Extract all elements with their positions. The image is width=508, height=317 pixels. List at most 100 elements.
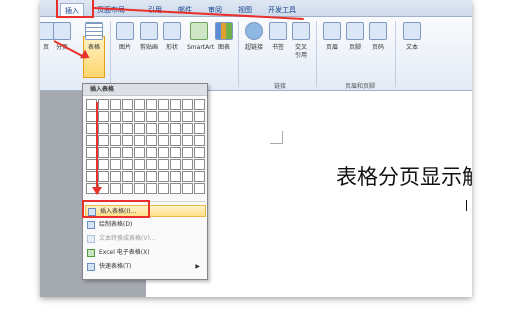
grid-cell[interactable]	[170, 171, 181, 182]
ribbon-button-footer[interactable]: 页脚	[343, 22, 367, 52]
grid-cell[interactable]	[134, 111, 145, 122]
menu-item-draw-table[interactable]: 绘制表格(D)	[85, 219, 206, 231]
grid-cell[interactable]	[122, 99, 133, 110]
tab-developer[interactable]: 开发工具	[264, 3, 300, 17]
grid-cell[interactable]	[158, 183, 169, 194]
grid-cell[interactable]	[194, 183, 205, 194]
grid-cell[interactable]	[134, 147, 145, 158]
grid-cell[interactable]	[122, 183, 133, 194]
submenu-arrow-icon: ▶	[195, 263, 200, 270]
ribbon-button-shapes[interactable]: 形状	[160, 22, 184, 52]
grid-cell[interactable]	[182, 159, 193, 170]
grid-cell[interactable]	[158, 99, 169, 110]
ribbon-button-label: 剪贴画	[139, 44, 158, 51]
grid-cell[interactable]	[122, 111, 133, 122]
grid-cell[interactable]	[122, 123, 133, 134]
grid-cell[interactable]	[158, 123, 169, 134]
grid-cell[interactable]	[98, 135, 109, 146]
grid-cell[interactable]	[194, 123, 205, 134]
ribbon-button-bookmark[interactable]: 书签	[266, 22, 290, 52]
grid-cell[interactable]	[182, 99, 193, 110]
menu-item-label: 绘制表格(D)	[99, 221, 133, 228]
grid-cell[interactable]	[146, 123, 157, 134]
grid-cell[interactable]	[158, 111, 169, 122]
grid-cell[interactable]	[122, 135, 133, 146]
grid-cell[interactable]	[122, 147, 133, 158]
grid-cell[interactable]	[134, 123, 145, 134]
grid-cell[interactable]	[146, 159, 157, 170]
page-break-icon	[53, 22, 71, 40]
picture-icon	[116, 22, 134, 40]
ribbon-button-cross-reference[interactable]: 交叉 引用	[289, 22, 313, 60]
group-label-links: 链接	[273, 83, 286, 90]
grid-cell[interactable]	[170, 159, 181, 170]
grid-cell[interactable]	[158, 135, 169, 146]
footer-icon	[346, 22, 364, 40]
grid-cell[interactable]	[134, 159, 145, 170]
grid-cell[interactable]	[146, 147, 157, 158]
grid-cell[interactable]	[158, 171, 169, 182]
grid-cell[interactable]	[182, 147, 193, 158]
ribbon-separator	[395, 21, 396, 87]
grid-cell[interactable]	[134, 99, 145, 110]
grid-cell[interactable]	[194, 111, 205, 122]
grid-cell[interactable]	[146, 99, 157, 110]
convert-text-icon	[87, 235, 95, 243]
grid-cell[interactable]	[98, 111, 109, 122]
textbox-icon	[403, 22, 421, 40]
grid-cell[interactable]	[110, 171, 121, 182]
grid-cell[interactable]	[182, 171, 193, 182]
grid-cell[interactable]	[170, 111, 181, 122]
ribbon-button-picture[interactable]: 图片	[113, 22, 137, 52]
menu-item-excel-spreadsheet[interactable]: Excel 电子表格(X)	[85, 247, 206, 259]
ribbon-button-header[interactable]: 页眉	[320, 22, 344, 52]
grid-cell[interactable]	[194, 135, 205, 146]
grid-cell[interactable]	[98, 147, 109, 158]
ribbon-button-page-break[interactable]: 分页	[50, 22, 74, 52]
grid-cell[interactable]	[110, 123, 121, 134]
grid-cell[interactable]	[110, 99, 121, 110]
grid-cell[interactable]	[134, 135, 145, 146]
grid-cell[interactable]	[170, 183, 181, 194]
ribbon-button-textbox[interactable]: 文本	[400, 22, 424, 52]
ribbon-button-smartart[interactable]: SmartArt	[187, 22, 214, 52]
grid-cell[interactable]	[182, 123, 193, 134]
grid-cell[interactable]	[122, 171, 133, 182]
grid-cell[interactable]	[170, 123, 181, 134]
ribbon-button-chart[interactable]: 图表	[212, 22, 236, 52]
ribbon-button-page-number[interactable]: 页码	[366, 22, 390, 52]
ribbon-button-clipart[interactable]: 剪贴画	[137, 22, 161, 52]
ribbon-button-table[interactable]: 表格	[82, 22, 106, 52]
grid-cell[interactable]	[194, 147, 205, 158]
grid-cell[interactable]	[194, 171, 205, 182]
grid-cell[interactable]	[194, 159, 205, 170]
grid-cell[interactable]	[146, 171, 157, 182]
grid-cell[interactable]	[194, 99, 205, 110]
grid-cell[interactable]	[170, 99, 181, 110]
grid-cell[interactable]	[134, 171, 145, 182]
grid-cell[interactable]	[158, 159, 169, 170]
grid-cell[interactable]	[110, 183, 121, 194]
grid-cell[interactable]	[146, 183, 157, 194]
grid-cell[interactable]	[182, 183, 193, 194]
grid-cell[interactable]	[170, 135, 181, 146]
ribbon-button-hyperlink[interactable]: 超链接	[242, 22, 266, 52]
grid-cell[interactable]	[98, 123, 109, 134]
grid-cell[interactable]	[182, 135, 193, 146]
grid-cell[interactable]	[170, 147, 181, 158]
grid-cell[interactable]	[146, 111, 157, 122]
grid-cell[interactable]	[98, 171, 109, 182]
menu-item-quick-tables[interactable]: 快速表格(T) ▶	[85, 261, 206, 273]
grid-cell[interactable]	[182, 111, 193, 122]
grid-cell[interactable]	[146, 135, 157, 146]
grid-cell[interactable]	[110, 159, 121, 170]
grid-cell[interactable]	[134, 183, 145, 194]
grid-cell[interactable]	[110, 135, 121, 146]
grid-cell[interactable]	[110, 111, 121, 122]
grid-cell[interactable]	[110, 147, 121, 158]
tab-mailings[interactable]: 邮件	[174, 3, 196, 17]
grid-cell[interactable]	[158, 147, 169, 158]
grid-cell[interactable]	[122, 159, 133, 170]
grid-cell[interactable]	[98, 159, 109, 170]
grid-cell[interactable]	[98, 99, 109, 110]
